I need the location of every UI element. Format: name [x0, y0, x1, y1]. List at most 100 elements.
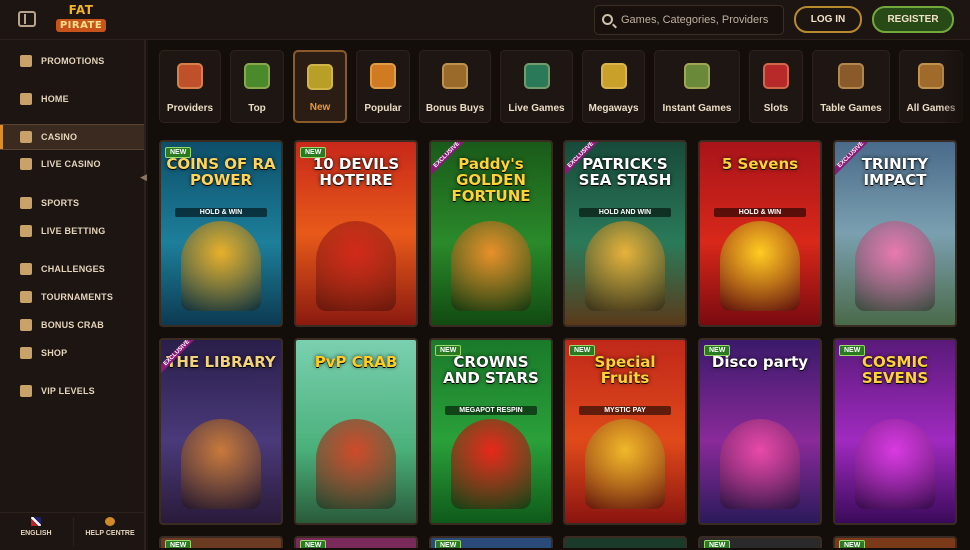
- game-card[interactable]: PvP CRAB: [294, 338, 418, 525]
- game-title: 5 Sevens: [721, 155, 799, 173]
- game-card[interactable]: COINS OF RA POWER HOLD & WIN NEW: [159, 140, 283, 327]
- sidebar-toggle-icon[interactable]: [18, 11, 36, 27]
- game-card[interactable]: 10 DEVILS HOTFIRE NEW: [294, 140, 418, 327]
- category-label: Instant Games: [662, 103, 732, 114]
- game-title: CROWNS AND STARS: [443, 353, 539, 387]
- sidebar-item-label: SHOP: [41, 348, 68, 358]
- game-card[interactable]: Special Fruits MYSTIC PAY NEW: [563, 338, 687, 525]
- category-label: Table Games: [820, 103, 882, 114]
- sidebar-item-live-betting[interactable]: LIVE BETTING: [0, 218, 144, 244]
- sidebar-item-label: LIVE BETTING: [41, 226, 106, 236]
- login-button[interactable]: LOG IN: [794, 6, 862, 33]
- game-title: Special Fruits: [594, 353, 656, 387]
- game-subtitle: HOLD & WIN: [714, 208, 806, 217]
- game-card[interactable]: TRINITY IMPACT EXCLUSIVE: [833, 140, 957, 327]
- category-live-games[interactable]: Live Games: [500, 50, 573, 123]
- new-badge: NEW: [165, 147, 192, 158]
- category-label: Bonus Buys: [425, 103, 485, 114]
- main-content: Providers Top New Popular Bonus Buys Live Gam…: [148, 40, 970, 550]
- category-top[interactable]: Top: [230, 50, 284, 123]
- game-card-partial[interactable]: [563, 536, 687, 548]
- category-popular[interactable]: Popular: [356, 50, 410, 123]
- sidebar-item-sports[interactable]: SPORTS: [0, 190, 144, 216]
- category-bonus-buys[interactable]: Bonus Buys: [419, 50, 491, 123]
- game-card[interactable]: Paddy's GOLDEN FORTUNE EXCLUSIVE: [429, 140, 553, 327]
- sidebar-item-bonus-crab[interactable]: BONUS CRAB: [0, 312, 144, 338]
- category-label: Providers: [166, 103, 214, 114]
- category-label: Top: [248, 103, 266, 114]
- game-card-partial[interactable]: NEW: [429, 536, 553, 548]
- game-card[interactable]: CROWNS AND STARS MEGAPOT RESPIN NEW: [429, 338, 553, 525]
- register-button[interactable]: REGISTER: [872, 6, 954, 33]
- game-title: PATRICK'S SEA STASH: [578, 155, 672, 189]
- game-title: THE LIBRARY: [166, 353, 276, 371]
- sidebar-item-home[interactable]: HOME: [0, 86, 144, 112]
- game-card-partial[interactable]: NEW: [833, 536, 957, 548]
- category-bar: Providers Top New Popular Bonus Buys Live Gam…: [159, 50, 970, 124]
- game-card-partial[interactable]: NEW: [159, 536, 283, 548]
- game-card[interactable]: 5 Sevens HOLD & WIN: [698, 140, 822, 327]
- help-icon: [105, 517, 115, 526]
- category-providers[interactable]: Providers: [159, 50, 221, 123]
- sidebar-item-promotions[interactable]: PROMOTIONS: [0, 48, 144, 74]
- help-centre-link[interactable]: HELP CENTRE: [74, 517, 146, 537]
- game-artwork: [451, 419, 531, 509]
- joystick-icon: [684, 63, 710, 89]
- sidebar-item-challenges[interactable]: CHALLENGES: [0, 256, 144, 282]
- vip-icon: [20, 385, 32, 397]
- game-card-partial[interactable]: NEW: [698, 536, 822, 548]
- category-label: New: [309, 102, 331, 113]
- sidebar: PROMOTIONS HOME CASINO LIVE CASINO SPORTS LIV…: [0, 40, 148, 550]
- category-label: Megaways: [588, 103, 639, 114]
- logo-text-top: FAT: [68, 3, 94, 17]
- sidebar-item-casino[interactable]: CASINO: [0, 124, 144, 150]
- category-table-games[interactable]: Table Games: [812, 50, 890, 123]
- category-megaways[interactable]: Megaways: [582, 50, 645, 123]
- sidebar-item-label: SPORTS: [41, 198, 80, 208]
- search-box[interactable]: [594, 5, 784, 35]
- new-badge: NEW: [300, 540, 327, 548]
- sidebar-item-tournaments[interactable]: TOURNAMENTS: [0, 284, 144, 310]
- category-instant-games[interactable]: Instant Games: [654, 50, 740, 123]
- uk-flag-icon: [31, 517, 41, 526]
- language-label: ENGLISH: [20, 530, 52, 537]
- game-artwork: [451, 221, 531, 311]
- category-slots[interactable]: Slots: [749, 50, 803, 123]
- shop-icon: [20, 347, 32, 359]
- game-card[interactable]: COSMIC SEVENS NEW: [833, 338, 957, 525]
- game-artwork: [720, 419, 800, 509]
- top-bar: FAT PIRATE LOG IN REGISTER: [0, 0, 970, 40]
- crown-icon: [370, 63, 396, 89]
- sidebar-item-shop[interactable]: SHOP: [0, 340, 144, 366]
- game-card[interactable]: THE LIBRARY EXCLUSIVE: [159, 338, 283, 525]
- promotions-icon: [20, 55, 32, 67]
- game-artwork: [855, 419, 935, 509]
- live-casino-icon: [20, 158, 32, 170]
- language-selector[interactable]: ENGLISH: [0, 517, 72, 537]
- search-input[interactable]: [621, 6, 781, 34]
- sidebar-item-vip-levels[interactable]: VIP LEVELS: [0, 378, 144, 404]
- game-subtitle: MYSTIC PAY: [579, 406, 671, 415]
- game-card[interactable]: PATRICK'S SEA STASH HOLD AND WIN EXCLUSIVE: [563, 140, 687, 327]
- game-title: PvP CRAB: [314, 353, 398, 371]
- new-badge: NEW: [704, 345, 731, 356]
- site-logo[interactable]: FAT PIRATE: [56, 4, 106, 34]
- sidebar-item-live-casino[interactable]: LIVE CASINO: [0, 151, 144, 177]
- crab-icon: [20, 319, 32, 331]
- game-card-partial[interactable]: NEW: [294, 536, 418, 548]
- sidebar-item-label: TOURNAMENTS: [41, 292, 114, 302]
- sidebar-item-label: BONUS CRAB: [41, 320, 105, 330]
- help-label: HELP CENTRE: [85, 530, 135, 537]
- search-icon: [602, 14, 613, 25]
- challenges-icon: [20, 263, 32, 275]
- new-badge: NEW: [569, 345, 596, 356]
- game-artwork: [720, 221, 800, 311]
- game-title: Disco party: [711, 353, 809, 371]
- collapse-arrow-icon[interactable]: ◀: [140, 172, 148, 182]
- category-new[interactable]: New: [293, 50, 347, 123]
- game-card[interactable]: Disco party NEW: [698, 338, 822, 525]
- sidebar-item-label: CASINO: [41, 132, 78, 142]
- game-artwork: [855, 221, 935, 311]
- casino-icon: [20, 131, 32, 143]
- roulette-icon: [838, 63, 864, 89]
